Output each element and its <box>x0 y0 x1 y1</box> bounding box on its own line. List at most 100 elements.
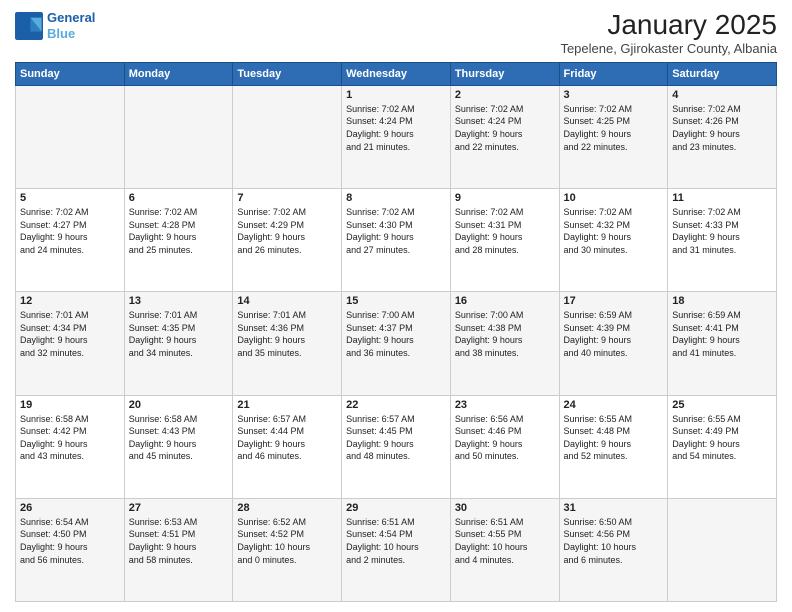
day-number: 22 <box>346 399 446 411</box>
col-sunday: Sunday <box>16 62 125 85</box>
day-info: Sunrise: 6:55 AMSunset: 4:48 PMDaylight:… <box>564 413 664 463</box>
day-info: Sunrise: 6:59 AMSunset: 4:41 PMDaylight:… <box>672 309 772 359</box>
day-number: 28 <box>237 502 337 514</box>
day-number: 15 <box>346 295 446 307</box>
calendar-week-4: 19 Sunrise: 6:58 AMSunset: 4:42 PMDayligh… <box>16 395 777 498</box>
day-info: Sunrise: 6:51 AMSunset: 4:55 PMDaylight:… <box>455 516 555 566</box>
calendar-cell: 29 Sunrise: 6:51 AMSunset: 4:54 PMDayligh… <box>342 498 451 601</box>
header: General Blue January 2025 Tepelene, Gjir… <box>15 10 777 56</box>
day-number: 31 <box>564 502 664 514</box>
day-number: 18 <box>672 295 772 307</box>
subtitle: Tepelene, Gjirokaster County, Albania <box>560 41 777 56</box>
day-info: Sunrise: 6:58 AMSunset: 4:42 PMDaylight:… <box>20 413 120 463</box>
day-info: Sunrise: 7:02 AMSunset: 4:30 PMDaylight:… <box>346 206 446 256</box>
col-friday: Friday <box>559 62 668 85</box>
calendar-cell: 6Sunrise: 7:02 AMSunset: 4:28 PMDaylight… <box>124 189 233 292</box>
calendar-cell: 13Sunrise: 7:01 AMSunset: 4:35 PMDayligh… <box>124 292 233 395</box>
calendar-cell: 31 Sunrise: 6:50 AMSunset: 4:56 PMDayligh… <box>559 498 668 601</box>
day-number: 20 <box>129 399 229 411</box>
logo-icon <box>15 12 43 40</box>
day-number: 14 <box>237 295 337 307</box>
calendar-cell: 23Sunrise: 6:56 AMSunset: 4:46 PMDayligh… <box>450 395 559 498</box>
day-info: Sunrise: 7:02 AMSunset: 4:31 PMDaylight:… <box>455 206 555 256</box>
day-number: 7 <box>237 192 337 204</box>
calendar-cell: 24Sunrise: 6:55 AMSunset: 4:48 PMDayligh… <box>559 395 668 498</box>
day-info: Sunrise: 6:57 AMSunset: 4:44 PMDaylight:… <box>237 413 337 463</box>
day-number: 8 <box>346 192 446 204</box>
calendar-cell: 30 Sunrise: 6:51 AMSunset: 4:55 PMDayligh… <box>450 498 559 601</box>
day-number: 3 <box>564 89 664 101</box>
day-info: Sunrise: 7:02 AMSunset: 4:27 PMDaylight:… <box>20 206 120 256</box>
col-wednesday: Wednesday <box>342 62 451 85</box>
calendar-cell: 25Sunrise: 6:55 AMSunset: 4:49 PMDayligh… <box>668 395 777 498</box>
calendar-cell: 28 Sunrise: 6:52 AMSunset: 4:52 PMDayligh… <box>233 498 342 601</box>
calendar-cell: 20 Sunrise: 6:58 AMSunset: 4:43 PMDayligh… <box>124 395 233 498</box>
calendar-cell: 5 Sunrise: 7:02 AMSunset: 4:27 PMDaylight… <box>16 189 125 292</box>
logo-text: General Blue <box>47 10 95 41</box>
calendar-cell: 10Sunrise: 7:02 AMSunset: 4:32 PMDayligh… <box>559 189 668 292</box>
day-number: 17 <box>564 295 664 307</box>
calendar-cell: 27 Sunrise: 6:53 AMSunset: 4:51 PMDayligh… <box>124 498 233 601</box>
day-number: 11 <box>672 192 772 204</box>
day-number: 27 <box>129 502 229 514</box>
calendar-header: Sunday Monday Tuesday Wednesday Thursday… <box>16 62 777 85</box>
calendar-cell: 18 Sunrise: 6:59 AMSunset: 4:41 PMDayligh… <box>668 292 777 395</box>
day-info: Sunrise: 6:50 AMSunset: 4:56 PMDaylight:… <box>564 516 664 566</box>
calendar-cell: 11 Sunrise: 7:02 AMSunset: 4:33 PMDayligh… <box>668 189 777 292</box>
calendar-cell: 8 Sunrise: 7:02 AMSunset: 4:30 PMDaylight… <box>342 189 451 292</box>
calendar-cell: 22 Sunrise: 6:57 AMSunset: 4:45 PMDayligh… <box>342 395 451 498</box>
day-info: Sunrise: 7:02 AMSunset: 4:28 PMDaylight:… <box>129 206 229 256</box>
day-info: Sunrise: 7:02 AMSunset: 4:32 PMDaylight:… <box>564 206 664 256</box>
day-number: 5 <box>20 192 120 204</box>
calendar-cell <box>668 498 777 601</box>
calendar-cell: 16Sunrise: 7:00 AMSunset: 4:38 PMDayligh… <box>450 292 559 395</box>
calendar-cell: 14 Sunrise: 7:01 AMSunset: 4:36 PMDayligh… <box>233 292 342 395</box>
logo-line2: Blue <box>47 26 75 41</box>
day-info: Sunrise: 6:55 AMSunset: 4:49 PMDaylight:… <box>672 413 772 463</box>
day-number: 4 <box>672 89 772 101</box>
day-number: 23 <box>455 399 555 411</box>
day-number: 19 <box>20 399 120 411</box>
col-thursday: Thursday <box>450 62 559 85</box>
day-info: Sunrise: 6:54 AMSunset: 4:50 PMDaylight:… <box>20 516 120 566</box>
day-info: Sunrise: 7:02 AMSunset: 4:25 PMDaylight:… <box>564 103 664 153</box>
main-title: January 2025 <box>560 10 777 41</box>
day-info: Sunrise: 7:02 AMSunset: 4:29 PMDaylight:… <box>237 206 337 256</box>
calendar-table: Sunday Monday Tuesday Wednesday Thursday… <box>15 62 777 602</box>
calendar-week-5: 26 Sunrise: 6:54 AMSunset: 4:50 PMDayligh… <box>16 498 777 601</box>
calendar-cell: 2Sunrise: 7:02 AMSunset: 4:24 PMDaylight… <box>450 85 559 188</box>
calendar-cell: 3 Sunrise: 7:02 AMSunset: 4:25 PMDaylight… <box>559 85 668 188</box>
day-info: Sunrise: 7:01 AMSunset: 4:36 PMDaylight:… <box>237 309 337 359</box>
day-info: Sunrise: 6:57 AMSunset: 4:45 PMDaylight:… <box>346 413 446 463</box>
day-number: 29 <box>346 502 446 514</box>
logo: General Blue <box>15 10 95 41</box>
col-monday: Monday <box>124 62 233 85</box>
calendar-cell: 19 Sunrise: 6:58 AMSunset: 4:42 PMDayligh… <box>16 395 125 498</box>
day-info: Sunrise: 6:53 AMSunset: 4:51 PMDaylight:… <box>129 516 229 566</box>
day-info: Sunrise: 7:00 AMSunset: 4:37 PMDaylight:… <box>346 309 446 359</box>
day-number: 9 <box>455 192 555 204</box>
col-saturday: Saturday <box>668 62 777 85</box>
calendar-cell: 21 Sunrise: 6:57 AMSunset: 4:44 PMDayligh… <box>233 395 342 498</box>
calendar-cell: 12Sunrise: 7:01 AMSunset: 4:34 PMDayligh… <box>16 292 125 395</box>
day-info: Sunrise: 6:51 AMSunset: 4:54 PMDaylight:… <box>346 516 446 566</box>
calendar-cell <box>124 85 233 188</box>
day-number: 26 <box>20 502 120 514</box>
calendar-week-1: 1Sunrise: 7:02 AMSunset: 4:24 PMDaylight… <box>16 85 777 188</box>
calendar-cell: 4Sunrise: 7:02 AMSunset: 4:26 PMDaylight… <box>668 85 777 188</box>
day-number: 2 <box>455 89 555 101</box>
calendar-cell: 26 Sunrise: 6:54 AMSunset: 4:50 PMDayligh… <box>16 498 125 601</box>
day-number: 21 <box>237 399 337 411</box>
day-info: Sunrise: 6:59 AMSunset: 4:39 PMDaylight:… <box>564 309 664 359</box>
calendar-cell: 17 Sunrise: 6:59 AMSunset: 4:39 PMDayligh… <box>559 292 668 395</box>
calendar-cell <box>16 85 125 188</box>
calendar-cell: 9 Sunrise: 7:02 AMSunset: 4:31 PMDaylight… <box>450 189 559 292</box>
day-number: 16 <box>455 295 555 307</box>
day-info: Sunrise: 7:02 AMSunset: 4:33 PMDaylight:… <box>672 206 772 256</box>
day-info: Sunrise: 6:52 AMSunset: 4:52 PMDaylight:… <box>237 516 337 566</box>
day-info: Sunrise: 6:58 AMSunset: 4:43 PMDaylight:… <box>129 413 229 463</box>
day-info: Sunrise: 7:01 AMSunset: 4:34 PMDaylight:… <box>20 309 120 359</box>
calendar-cell: 7 Sunrise: 7:02 AMSunset: 4:29 PMDaylight… <box>233 189 342 292</box>
day-number: 30 <box>455 502 555 514</box>
calendar-cell <box>233 85 342 188</box>
